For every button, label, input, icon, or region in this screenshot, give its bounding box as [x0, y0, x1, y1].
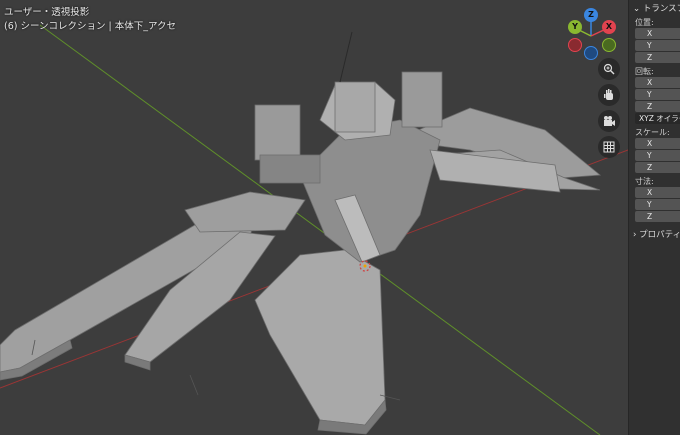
properties-header-label: プロパティ	[639, 230, 680, 240]
location-y-field[interactable]: Y	[635, 40, 680, 51]
hand-glyph	[604, 89, 613, 100]
sidebar-n-panel[interactable]: ⌄ トランスフォーム 位置: X Y Z 回転: X Y Z XYZ オイラー角…	[628, 0, 680, 435]
chevron-right-icon: ›	[633, 230, 637, 240]
wing-left-back	[184, 191, 306, 233]
turret-right	[401, 71, 443, 128]
rotation-y-field[interactable]: Y	[635, 89, 680, 100]
location-x-field[interactable]: X	[635, 28, 680, 39]
3d-viewport[interactable]: ユーザー・透視投影 (6) シーンコレクション | 本体下_アクセ Z X Y	[0, 0, 628, 435]
dimensions-y-field[interactable]: Y	[635, 199, 680, 210]
location-z-field[interactable]: Z	[635, 52, 680, 63]
hand-icon[interactable]	[598, 84, 620, 106]
turret-left	[254, 104, 301, 161]
navigation-gizmo[interactable]: Z X Y	[560, 6, 622, 64]
properties-header[interactable]: › プロパティ	[633, 228, 680, 240]
dimensions-label: 寸法:	[635, 177, 654, 186]
origin-point	[363, 264, 367, 268]
grid-glyph	[603, 141, 615, 153]
scale-x-field[interactable]: X	[635, 138, 680, 149]
rotation-mode-select[interactable]: XYZ オイラー角	[635, 113, 680, 124]
camera-icon[interactable]	[598, 110, 620, 132]
gizmo-neg-x[interactable]	[568, 38, 582, 52]
transform-header[interactable]: ⌄ トランスフォーム	[633, 2, 680, 14]
rotation-z-field[interactable]: Z	[635, 101, 680, 112]
scene-canvas[interactable]	[0, 0, 628, 435]
antenna	[339, 31, 353, 83]
gizmo-y-axis[interactable]: Y	[568, 20, 582, 34]
rotation-x-field[interactable]: X	[635, 77, 680, 88]
rotation-label: 回転:	[635, 67, 654, 76]
view-title: ユーザー・透視投影	[4, 7, 90, 18]
strut-2	[189, 374, 199, 396]
spaceship-model[interactable]	[0, 31, 602, 435]
scale-label: スケール:	[635, 128, 670, 137]
scale-y-field[interactable]: Y	[635, 150, 680, 161]
gizmo-neg-z[interactable]	[584, 46, 598, 60]
wing-front-center	[254, 249, 386, 426]
scale-z-field[interactable]: Z	[635, 162, 680, 173]
collection-label: (6) シーンコレクション | 本体下_アクセ	[4, 21, 177, 32]
bridge-tower	[334, 81, 376, 133]
dimensions-x-field[interactable]: X	[635, 187, 680, 198]
gizmo-neg-y[interactable]	[602, 38, 616, 52]
gizmo-z-axis[interactable]: Z	[584, 8, 598, 22]
grid-icon[interactable]	[598, 136, 620, 158]
zoom-icon[interactable]	[598, 58, 620, 80]
gizmo-x-axis[interactable]: X	[602, 20, 616, 34]
location-label: 位置:	[635, 18, 654, 27]
turret-left-base	[259, 154, 321, 184]
camera-glyph	[604, 116, 615, 126]
zoom-glyph	[603, 63, 615, 75]
transform-header-label: トランスフォーム	[642, 4, 680, 14]
dimensions-z-field[interactable]: Z	[635, 211, 680, 222]
chevron-down-icon: ⌄	[633, 4, 641, 14]
